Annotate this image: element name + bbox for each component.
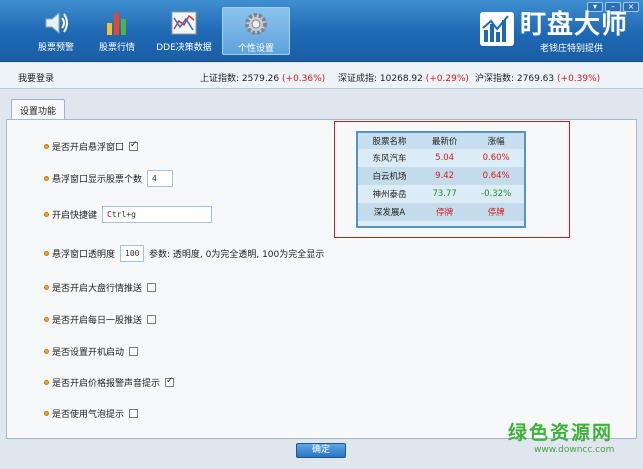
watermark: 绿色资源网 www.downcc.com xyxy=(508,418,614,455)
bullet-icon xyxy=(44,411,49,416)
stock-price: 9.42 xyxy=(421,167,469,185)
setting-label: 是否设置开机启动 xyxy=(52,348,125,358)
setting-stock-count: 悬浮窗口显示股票个数 4 xyxy=(44,170,174,187)
nav-label: DDE决策数据 xyxy=(156,43,212,53)
sz-index: 深证成指: 10268.92 (+0.29%) xyxy=(338,71,469,84)
setting-bubble: 是否使用气泡提示 xyxy=(44,407,139,420)
setting-daily-push: 是否开启每日一股推送 xyxy=(44,313,157,326)
stock-change: 0.64% xyxy=(468,167,524,185)
setting-label: 悬浮窗口显示股票个数 xyxy=(52,175,143,185)
bullet-icon xyxy=(44,285,49,290)
stock-count-input[interactable]: 4 xyxy=(147,170,174,187)
sz-index-label: 深证成指: xyxy=(338,74,378,84)
stock-price: 停牌 xyxy=(421,203,469,221)
nav-dde-data[interactable]: DDE决策数据 xyxy=(150,7,218,55)
hs-index: 沪深指数: 2769.63 (+0.39%) xyxy=(475,71,600,84)
logo-subtitle: 老钱庄特别提供 xyxy=(540,44,604,54)
bullet-icon xyxy=(44,349,49,354)
sz-index-value: 10268.92 xyxy=(379,74,423,84)
login-link[interactable]: 我要登录 xyxy=(18,71,54,84)
bullet-icon xyxy=(44,212,49,217)
nav-label: 股票行情 xyxy=(98,43,135,53)
hotkey-input[interactable]: Ctrl+g xyxy=(102,206,213,223)
setting-hotkey: 开启快捷键 Ctrl+g xyxy=(44,206,213,223)
sh-index-label: 上证指数: xyxy=(200,74,240,84)
setting-alert-sound: 是否开启价格报警声音提示 xyxy=(44,376,175,389)
setting-float-window: 是否开启悬浮窗口 xyxy=(44,140,139,153)
hs-index-change: (+0.39%) xyxy=(557,74,601,84)
float-window: 股票名称 最新价 涨幅 东风汽车 5.04 0.60% 白云机场 9.42 0.… xyxy=(356,131,526,228)
opacity-input[interactable]: 100 xyxy=(120,245,145,262)
nav-label: 股票预警 xyxy=(37,43,74,53)
nav-personal-settings[interactable]: 个性设置 xyxy=(222,7,290,55)
setting-opacity: 悬浮窗口透明度 100 参数: 透明度, 0为完全透明, 100为完全显示 xyxy=(44,245,324,262)
col-header-change: 涨幅 xyxy=(468,133,524,149)
table-row: 东风汽车 5.04 0.60% xyxy=(358,149,524,167)
setting-market-push: 是否开启大盘行情推送 xyxy=(44,281,157,294)
stock-name: 深发展A xyxy=(358,203,421,221)
table-row: 神州泰岳 73.77 -0.32% xyxy=(358,185,524,203)
setting-label: 是否使用气泡提示 xyxy=(52,410,125,420)
line-chart-icon xyxy=(169,9,199,37)
stock-change: 0.60% xyxy=(482,153,510,163)
col-header-name: 股票名称 xyxy=(358,133,421,149)
app-header: ▾ – × 股票预警 股票行情 DDE决策数据 个性设置 盯盘大师 老钱庄特别提… xyxy=(0,0,643,62)
stock-name: 白云机场 xyxy=(358,167,421,185)
bubble-checkbox[interactable] xyxy=(129,409,139,418)
setting-label: 是否开启悬浮窗口 xyxy=(52,143,125,153)
gear-icon xyxy=(241,10,271,38)
setting-label: 是否开启大盘行情推送 xyxy=(52,284,143,294)
stock-name: 东风汽车 xyxy=(372,154,407,164)
setting-label: 悬浮窗口透明度 xyxy=(52,250,116,260)
float-window-checkbox[interactable] xyxy=(129,140,139,151)
nav-label: 个性设置 xyxy=(237,44,274,54)
daily-push-checkbox[interactable] xyxy=(147,315,157,324)
bullet-icon xyxy=(44,176,49,181)
sh-index-value: 2579.26 xyxy=(241,74,280,84)
setting-label: 开启快捷键 xyxy=(52,211,98,221)
ok-button[interactable]: 确定 xyxy=(296,443,346,458)
nav-stock-quotes[interactable]: 股票行情 xyxy=(83,7,151,55)
float-stock-table: 股票名称 最新价 涨幅 东风汽车 5.04 0.60% 白云机场 9.42 0.… xyxy=(358,133,524,221)
table-row: 深发展A 停牌 停牌 xyxy=(358,203,524,221)
setting-autostart: 是否设置开机启动 xyxy=(44,345,139,358)
tab-settings[interactable]: 设置功能 xyxy=(11,99,66,120)
hs-index-value: 2769.63 xyxy=(516,74,555,84)
logo-title: 盯盘大师 xyxy=(520,10,629,40)
index-status-bar: 我要登录 上证指数: 2579.26 (+0.36%) 深证成指: 10268.… xyxy=(0,63,643,89)
opacity-note: 参数: 透明度, 0为完全透明, 100为完全显示 xyxy=(149,250,325,260)
watermark-title: 绿色资源网 xyxy=(508,422,614,444)
hs-index-label: 沪深指数: xyxy=(475,74,515,84)
sh-index: 上证指数: 2579.26 (+0.36%) xyxy=(200,71,325,84)
bullet-icon xyxy=(44,380,49,385)
setting-label: 是否开启价格报警声音提示 xyxy=(52,379,161,389)
chart-logo-icon xyxy=(480,12,514,46)
stock-price: 73.77 xyxy=(432,189,457,199)
sh-index-change: (+0.36%) xyxy=(282,74,326,84)
col-header-price: 最新价 xyxy=(421,133,469,149)
stock-price: 5.04 xyxy=(435,153,455,163)
bar-chart-icon xyxy=(102,9,132,37)
speaker-icon xyxy=(41,9,71,37)
sz-index-change: (+0.29%) xyxy=(425,74,469,84)
stock-name: 神州泰岳 xyxy=(372,190,407,200)
stock-change: -0.32% xyxy=(481,189,512,199)
table-row: 白云机场 9.42 0.64% xyxy=(358,167,524,185)
float-window-preview: 股票名称 最新价 涨幅 东风汽车 5.04 0.60% 白云机场 9.42 0.… xyxy=(334,121,570,238)
autostart-checkbox[interactable] xyxy=(129,347,139,356)
bullet-icon xyxy=(44,251,49,256)
app-logo: 盯盘大师 老钱庄特别提供 xyxy=(480,10,630,54)
bullet-icon xyxy=(44,144,49,149)
bullet-icon xyxy=(44,317,49,322)
setting-label: 是否开启每日一股推送 xyxy=(52,316,143,326)
market-push-checkbox[interactable] xyxy=(147,283,157,292)
alert-sound-checkbox[interactable] xyxy=(165,376,175,387)
stock-change: 停牌 xyxy=(468,203,524,221)
nav-stock-alert[interactable]: 股票预警 xyxy=(22,7,90,55)
watermark-url: www.downcc.com xyxy=(534,445,615,455)
